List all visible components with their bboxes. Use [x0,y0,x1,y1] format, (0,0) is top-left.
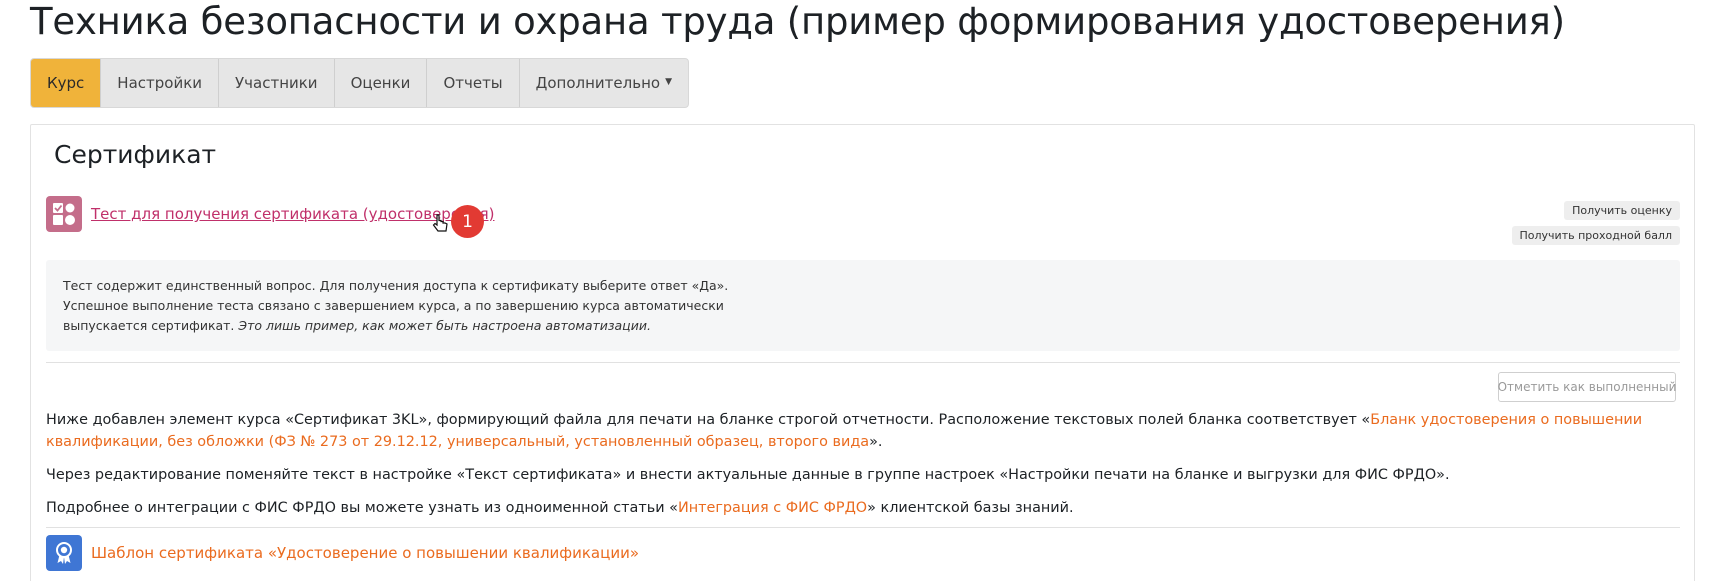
divider [46,527,1680,528]
completion-condition-pass: Получить проходной балл [1511,226,1680,245]
completion-condition-grade: Получить оценку [1564,201,1680,220]
step-badge: 1 [451,205,484,238]
certificate-template-link[interactable]: Шаблон сертификата «Удостоверение о повы… [91,544,639,562]
tab-course[interactable]: Курс [31,59,102,107]
quiz-icon [46,196,82,232]
content-paragraph-2: Через редактирование поменяйте текст в н… [46,467,1450,483]
divider [46,362,1680,363]
tab-participants[interactable]: Участники [219,59,335,107]
activity-description: Тест содержит единственный вопрос. Для п… [46,260,1680,351]
description-line: выпускается сертификат. Это лишь пример,… [63,318,651,333]
description-line: Тест содержит единственный вопрос. Для п… [63,278,729,293]
mark-as-done-button[interactable]: Отметить как выполненный [1498,372,1676,402]
tab-settings[interactable]: Настройки [101,59,220,107]
fis-frdo-article-link[interactable]: Интеграция с ФИС ФРДО [678,500,867,516]
certificate-icon [46,535,82,571]
chevron-down-icon: ▼ [665,77,672,87]
description-line: Успешное выполнение теста связано с заве… [63,298,724,313]
content-paragraph-3: Подробнее о интеграции с ФИС ФРДО вы мож… [46,500,1074,516]
tab-grades[interactable]: Оценки [335,59,428,107]
hand-cursor-icon [432,214,448,232]
page-title: Техника безопасности и охрана труда (при… [30,0,1565,43]
content-paragraph-1: Ниже добавлен элемент курса «Сертификат … [46,412,1643,450]
tab-reports[interactable]: Отчеты [427,59,520,107]
course-tabs: Курс Настройки Участники Оценки Отчеты Д… [30,58,689,108]
tab-more[interactable]: Дополнительно ▼ [520,59,688,107]
section-title: Сертификат [54,140,217,169]
